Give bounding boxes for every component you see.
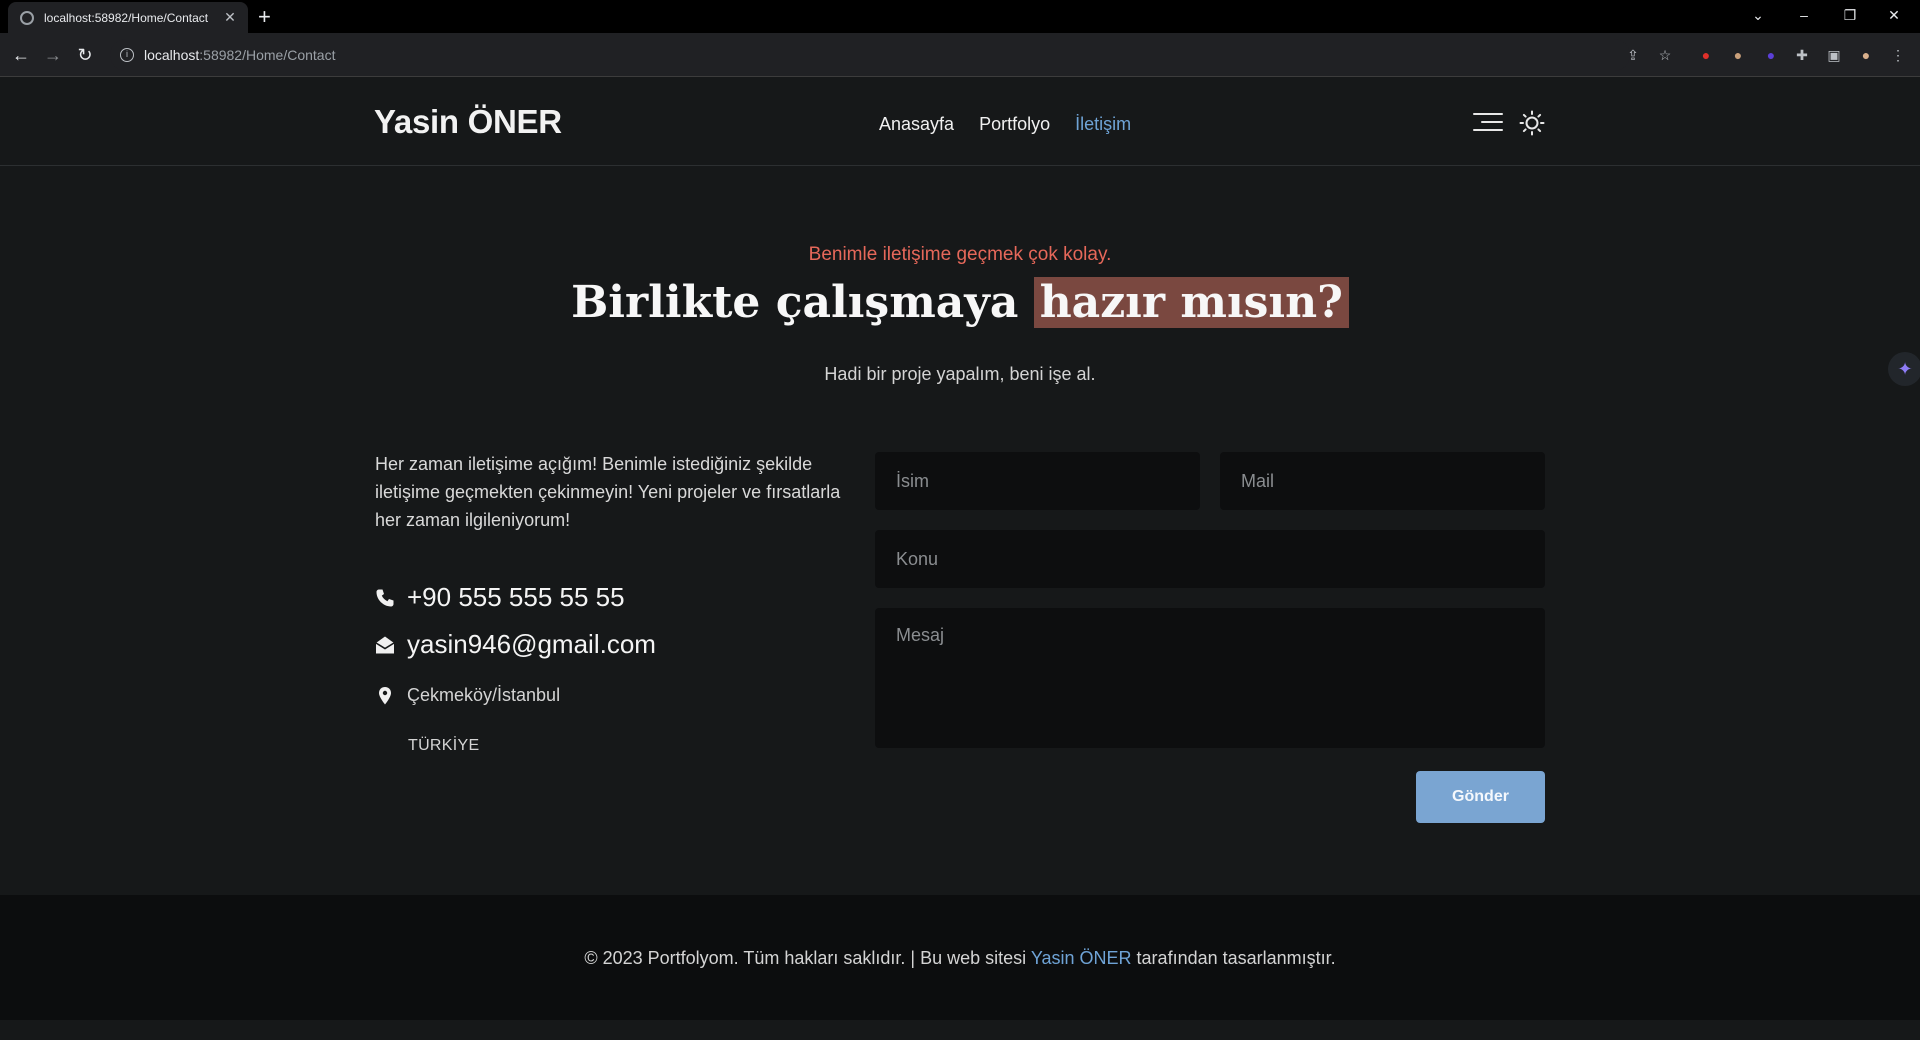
- hero-title-highlight: hazır mısın?: [1033, 277, 1349, 328]
- address-bar[interactable]: i localhost:58982/Home/Contact: [110, 39, 1630, 71]
- site-info-icon[interactable]: i: [120, 48, 134, 62]
- globe-icon: [20, 10, 34, 25]
- contact-intro: Her zaman iletişime açığım! Benimle iste…: [375, 454, 841, 530]
- page: Yasin ÖNER Anasayfa Portfolyo İletişim B…: [0, 77, 1920, 1040]
- nav-home[interactable]: Anasayfa: [879, 114, 954, 135]
- name-input[interactable]: İsim: [875, 452, 1200, 510]
- side-panel-icon[interactable]: ▣: [1825, 46, 1843, 64]
- extension-face-icon[interactable]: ●: [1729, 46, 1747, 64]
- extension-red-icon[interactable]: ●: [1697, 46, 1715, 64]
- extension-badge-icon[interactable]: ●: [1762, 46, 1780, 64]
- site-footer: © 2023 Portfolyom. Tüm hakları saklıdır.…: [0, 895, 1920, 1020]
- send-button[interactable]: Gönder: [1416, 771, 1545, 823]
- main-nav: Anasayfa Portfolyo İletişim: [879, 114, 1131, 135]
- sparkle-assistant-icon[interactable]: ✦: [1888, 352, 1920, 386]
- url-path: :58982/Home/Contact: [199, 47, 336, 63]
- minimize-button[interactable]: –: [1782, 0, 1826, 30]
- url-host: localhost: [144, 47, 200, 63]
- bookmark-star-icon[interactable]: ☆: [1656, 46, 1674, 64]
- message-textarea[interactable]: Mesaj: [875, 608, 1545, 748]
- browser-menu-icon[interactable]: ⋮: [1889, 46, 1907, 64]
- browser-tabstrip: localhost:58982/Home/Contact ✕ + ⌄ – ❐ ✕: [0, 0, 1920, 33]
- forward-button[interactable]: →: [39, 41, 67, 69]
- hero-kicker: Benimle iletişime geçmek çok kolay.: [808, 244, 1112, 265]
- hamburger-menu-icon[interactable]: [1473, 111, 1503, 133]
- profile-avatar-icon[interactable]: ●: [1857, 46, 1875, 64]
- browser-toolbar: ← → ↻ i localhost:58982/Home/Contact ⇪ ☆…: [0, 33, 1920, 77]
- back-button[interactable]: ←: [7, 41, 35, 69]
- envelope-open-icon: [375, 636, 395, 653]
- hero-title-plain: Birlikte çalışmaya: [571, 277, 1019, 328]
- footer-copyright: © 2023 Portfolyom. Tüm hakları saklıdır.…: [0, 948, 1920, 969]
- mail-input[interactable]: Mail: [1220, 452, 1545, 510]
- phone-icon: [376, 589, 394, 606]
- phone-number[interactable]: +90 555 555 55 55: [407, 582, 625, 613]
- tab-search-icon[interactable]: ⌄: [1736, 0, 1780, 30]
- new-tab-button[interactable]: +: [258, 4, 271, 30]
- browser-tab[interactable]: localhost:58982/Home/Contact ✕: [8, 2, 248, 33]
- phone-row: +90 555 555 55 55: [375, 582, 625, 613]
- location-row: Çekmeköy/İstanbul: [375, 685, 560, 706]
- location-country: TÜRKİYE: [408, 737, 480, 754]
- hero-subtitle: Hadi bir proje yapalım, beni işe al.: [824, 364, 1096, 384]
- nav-portfolio[interactable]: Portfolyo: [979, 114, 1050, 135]
- nav-contact[interactable]: İletişim: [1075, 114, 1131, 135]
- tab-title: localhost:58982/Home/Contact: [44, 10, 209, 25]
- site-header: Yasin ÖNER Anasayfa Portfolyo İletişim: [0, 77, 1920, 166]
- footer-author-link[interactable]: Yasin ÖNER: [1031, 948, 1132, 968]
- share-icon[interactable]: ⇪: [1624, 46, 1642, 64]
- email-address[interactable]: yasin946@gmail.com: [407, 629, 656, 660]
- email-row: yasin946@gmail.com: [375, 629, 656, 660]
- footer-prefix: © 2023 Portfolyom. Tüm hakları saklıdır.…: [584, 948, 1027, 968]
- subject-input[interactable]: Konu: [875, 530, 1545, 588]
- brand-logo[interactable]: Yasin ÖNER: [374, 103, 562, 141]
- hero-title: Birlikte çalışmaya hazır mısın?: [0, 277, 1920, 328]
- reload-button[interactable]: ↻: [71, 41, 99, 69]
- close-window-button[interactable]: ✕: [1872, 0, 1916, 30]
- location-city: Çekmeköy/İstanbul: [407, 685, 561, 705]
- theme-toggle-sun-icon[interactable]: [1519, 110, 1545, 136]
- tab-close-icon[interactable]: ✕: [222, 9, 238, 26]
- map-pin-icon: [379, 686, 391, 704]
- extensions-puzzle-icon[interactable]: ✚: [1793, 46, 1811, 64]
- restore-button[interactable]: ❐: [1828, 0, 1872, 30]
- footer-suffix: tarafından tasarlanmıştır.: [1136, 948, 1336, 968]
